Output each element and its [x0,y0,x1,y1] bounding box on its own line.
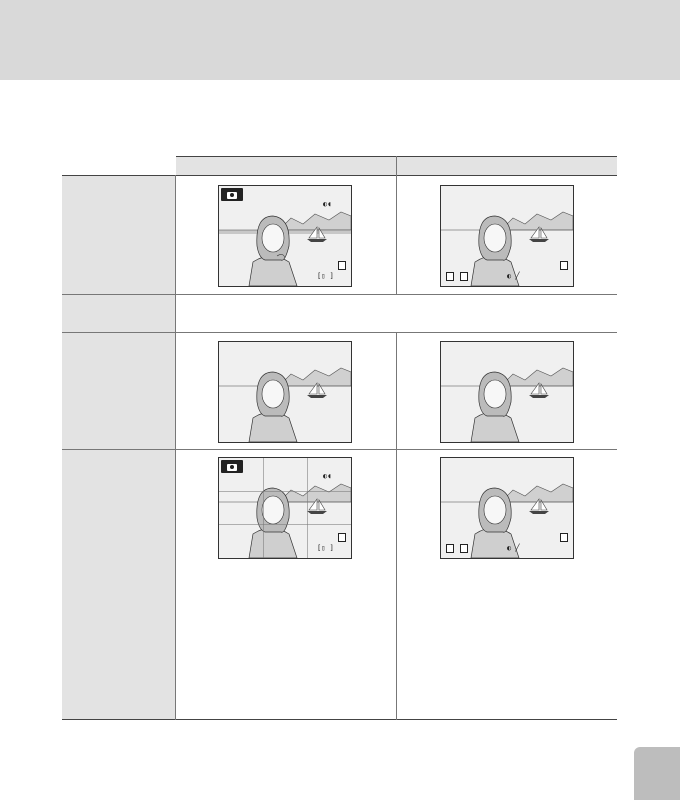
battery-icon [446,272,454,281]
camera-mode-icon [221,188,243,201]
image-size-icon [560,533,568,542]
column-divider [396,156,397,175]
vibration-reduction-icon: ◐◖ [323,472,332,480]
portrait-scene [219,342,351,442]
vibration-reduction-icon: ◐ ╱ [507,544,520,552]
camera-mode-icon [221,460,243,473]
table-rule [62,175,617,176]
framing-grid-line [219,524,351,525]
table-rule [62,719,617,720]
table-vrule [175,175,176,720]
header-band [0,0,680,80]
framing-grid-line [263,458,264,558]
focus-bracket-icon: [▯ ] [317,544,334,552]
image-size-icon [560,261,568,270]
table-vrule [396,332,397,720]
row-label-column [62,175,175,720]
framing-grid-line [307,458,308,558]
table-rule [62,332,617,333]
portrait-scene [441,186,573,286]
preview-thumbnail [440,341,574,443]
focus-bracket-icon: [▯ ] [317,272,334,280]
preview-thumbnail: ◐ ╱ [440,185,574,287]
vibration-reduction-icon: ◐◖ [323,200,332,208]
table-rule [62,449,617,450]
vibration-reduction-icon: ◐ ╱ [507,272,520,280]
portrait-scene [441,342,573,442]
framing-grid-line [219,491,351,492]
preview-thumbnail: ◐ ╱ [440,457,574,559]
table-rule [62,294,617,295]
preview-thumbnail [218,341,352,443]
flash-icon [460,272,468,281]
image-size-icon [338,533,346,542]
preview-thumbnail: ◐◖ [▯ ] [218,185,352,287]
image-size-icon [338,261,346,270]
preview-thumbnail: ◐◖ [▯ ] [218,457,352,559]
side-tab [634,747,680,800]
portrait-scene [441,458,573,558]
table-vrule [396,175,397,294]
flash-icon [460,544,468,553]
battery-icon [446,544,454,553]
